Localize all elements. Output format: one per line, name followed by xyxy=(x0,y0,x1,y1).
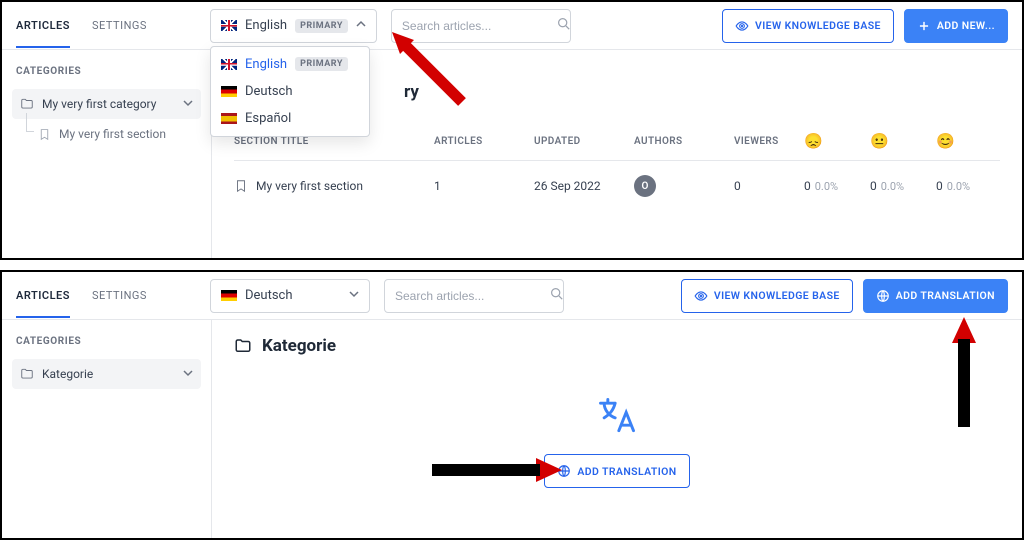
row-sad-pct: 0.0% xyxy=(815,180,838,193)
row-sad-count: 0 xyxy=(804,179,811,193)
language-selected-label: Deutsch xyxy=(245,288,293,303)
language-option-english[interactable]: English PRIMARY xyxy=(211,51,369,78)
th-updated: UPDATED xyxy=(534,136,634,147)
language-selector[interactable]: Deutsch xyxy=(210,279,370,313)
plus-icon xyxy=(917,19,931,33)
flag-uk-icon xyxy=(221,59,237,70)
search-input[interactable] xyxy=(395,289,550,303)
search-icon xyxy=(550,287,563,304)
happy-face-icon: 😊 xyxy=(936,132,955,150)
globe-icon xyxy=(876,289,890,303)
th-section-title: SECTION TITLE xyxy=(234,136,434,147)
view-knowledge-base-button[interactable]: VIEW KNOWLEDGE BASE xyxy=(722,9,894,43)
language-option-label: Deutsch xyxy=(245,84,293,99)
author-avatar: O xyxy=(634,175,656,197)
search-box[interactable] xyxy=(391,9,571,43)
chevron-down-icon xyxy=(183,97,193,111)
eye-icon xyxy=(694,289,708,303)
chevron-down-icon xyxy=(349,288,359,303)
sidebar-section-label: My very first section xyxy=(59,127,166,141)
language-selector[interactable]: English PRIMARY English PRIMARY Deutsch xyxy=(210,9,377,43)
bookmark-icon xyxy=(38,128,51,141)
view-kb-label: VIEW KNOWLEDGE BASE xyxy=(755,19,881,32)
language-option-label: English xyxy=(245,57,287,72)
tab-articles[interactable]: ARTICLES xyxy=(16,273,70,318)
row-neutral-count: 0 xyxy=(870,179,877,193)
add-new-label: ADD NEW... xyxy=(937,19,995,32)
sidebar-category-label: Kategorie xyxy=(42,367,93,381)
page-title: Kategorie xyxy=(234,336,1000,356)
sidebar-section[interactable]: My very first section xyxy=(12,119,201,149)
sidebar-category[interactable]: Kategorie xyxy=(12,359,201,389)
chevron-up-icon xyxy=(356,18,366,33)
add-translation-button[interactable]: ADD TRANSLATION xyxy=(863,279,1008,313)
eye-icon xyxy=(735,19,749,33)
row-happy-pct: 0.0% xyxy=(947,180,970,193)
flag-es-icon xyxy=(221,113,237,124)
th-articles: ARTICLES xyxy=(434,136,534,147)
row-neutral-pct: 0.0% xyxy=(881,180,904,193)
folder-icon xyxy=(234,337,252,355)
row-viewers: 0 xyxy=(734,179,804,193)
sad-face-icon: 😞 xyxy=(804,132,823,150)
th-authors: AUTHORS xyxy=(634,136,734,147)
flag-uk-icon xyxy=(221,20,237,31)
primary-badge: PRIMARY xyxy=(295,57,348,71)
row-articles: 1 xyxy=(434,179,534,193)
folder-icon xyxy=(20,97,34,111)
language-selected-label: English xyxy=(245,18,287,33)
folder-icon xyxy=(20,367,34,381)
sidebar-heading: CATEGORIES xyxy=(12,66,201,77)
neutral-face-icon: 😐 xyxy=(870,132,889,150)
th-viewers: VIEWERS xyxy=(734,136,804,147)
sidebar-category-label: My very first category xyxy=(42,97,156,111)
tab-articles[interactable]: ARTICLES xyxy=(16,3,70,48)
tab-settings[interactable]: SETTINGS xyxy=(92,3,147,48)
page-title-label: Kategorie xyxy=(262,336,336,356)
row-title: My very first section xyxy=(256,179,363,193)
translate-icon xyxy=(595,394,639,438)
view-kb-label: VIEW KNOWLEDGE BASE xyxy=(714,289,840,302)
view-knowledge-base-button[interactable]: VIEW KNOWLEDGE BASE xyxy=(681,279,853,313)
language-option-deutsch[interactable]: Deutsch xyxy=(211,78,369,105)
tab-settings[interactable]: SETTINGS xyxy=(92,273,147,318)
search-box[interactable] xyxy=(384,279,564,313)
globe-icon xyxy=(557,464,571,478)
language-dropdown: English PRIMARY Deutsch Español xyxy=(210,46,370,137)
row-updated: 26 Sep 2022 xyxy=(534,179,634,193)
chevron-down-icon xyxy=(183,367,193,381)
language-option-espanol[interactable]: Español xyxy=(211,105,369,132)
sidebar-heading: CATEGORIES xyxy=(12,336,201,347)
primary-badge: PRIMARY xyxy=(295,19,348,33)
add-translation-empty-button[interactable]: ADD TRANSLATION xyxy=(544,454,689,488)
flag-de-icon xyxy=(221,86,237,97)
add-translation-empty-label: ADD TRANSLATION xyxy=(577,465,676,478)
search-icon xyxy=(557,17,570,34)
flag-de-icon xyxy=(221,290,237,301)
table-row[interactable]: My very first section 1 26 Sep 2022 O 0 … xyxy=(234,160,1000,211)
row-happy-count: 0 xyxy=(936,179,943,193)
language-option-label: Español xyxy=(245,111,291,126)
page-title-partial: ry xyxy=(404,82,419,102)
add-new-button[interactable]: ADD NEW... xyxy=(904,9,1008,43)
search-input[interactable] xyxy=(402,19,557,33)
sidebar-category[interactable]: My very first category xyxy=(12,89,201,119)
add-translation-label: ADD TRANSLATION xyxy=(896,289,995,302)
bookmark-icon xyxy=(234,179,248,193)
